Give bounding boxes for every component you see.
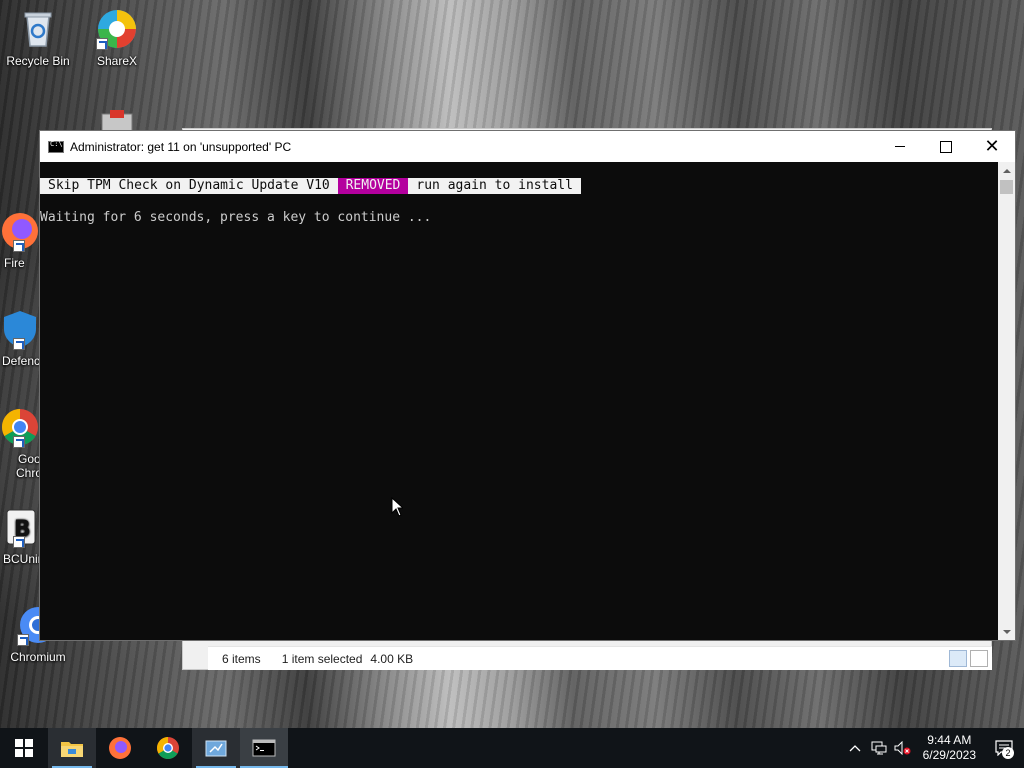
console-wait-line: Waiting for 6 seconds, press a key to co… (40, 210, 432, 225)
chrome-icon (157, 737, 179, 759)
windows-start-icon (15, 739, 33, 757)
scroll-up-arrow-icon[interactable] (998, 162, 1015, 179)
console-window[interactable]: Administrator: get 11 on 'unsupported' P… (39, 130, 1016, 641)
status-size: 4.00 KB (370, 651, 414, 666)
clock-time: 9:44 AM (927, 733, 972, 747)
taskbar-clock[interactable]: 9:44 AM 6/29/2023 (915, 733, 984, 763)
scrollbar-thumb[interactable] (1000, 180, 1013, 194)
defender-icon (0, 308, 41, 350)
console-banner: Skip TPM Check on Dynamic Update V10 REM… (40, 178, 581, 194)
desktop-icon-partial[interactable] (79, 104, 155, 130)
desktop-icon-sharex[interactable]: ShareX (79, 8, 155, 68)
shortcut-arrow-icon (17, 634, 29, 646)
taskbar-file-explorer[interactable] (48, 728, 96, 768)
notification-count-badge: 2 (1002, 747, 1014, 759)
firefox-icon (109, 737, 131, 759)
firefox-icon (0, 210, 41, 252)
scroll-down-arrow-icon[interactable] (998, 623, 1015, 640)
cmd-icon (252, 739, 276, 757)
banner-title: Skip TPM Check on Dynamic Update V10 (40, 178, 338, 194)
shortcut-arrow-icon (13, 338, 25, 350)
bcuninstaller-icon: B (0, 506, 41, 548)
system-tray: 9:44 AM 6/29/2023 2 (843, 728, 1024, 768)
chrome-icon (0, 406, 41, 448)
shortcut-arrow-icon (96, 38, 108, 50)
console-titlebar[interactable]: Administrator: get 11 on 'unsupported' P… (40, 131, 1015, 162)
large-icons-view-icon[interactable] (970, 650, 988, 667)
network-icon[interactable] (867, 728, 891, 768)
taskbar-app-window[interactable] (192, 728, 240, 768)
shortcut-arrow-icon (13, 240, 25, 252)
show-hidden-icons-chevron-icon[interactable] (843, 728, 867, 768)
status-item-count: 6 items (222, 651, 261, 666)
volume-muted-icon[interactable] (891, 728, 915, 768)
clock-date: 6/29/2023 (922, 748, 976, 762)
banner-hint: run again to install (408, 178, 581, 194)
installer-icon (96, 104, 138, 130)
cmd-icon (48, 140, 64, 153)
desktop-icon-recycle-bin[interactable]: Recycle Bin (0, 8, 76, 68)
shortcut-arrow-icon (13, 536, 25, 548)
close-button[interactable]: ✕ (969, 131, 1015, 162)
sharex-icon (96, 8, 138, 50)
taskbar-cmd[interactable] (240, 728, 288, 768)
desktop-icon-label: Recycle Bin (6, 54, 70, 68)
taskbar-chrome[interactable] (144, 728, 192, 768)
folder-icon (61, 742, 83, 757)
recycle-bin-icon (17, 8, 59, 50)
desktop-icon-label: Chromium (10, 650, 66, 664)
details-view-icon[interactable] (949, 650, 967, 667)
mouse-cursor-icon (391, 497, 403, 517)
shortcut-arrow-icon (13, 436, 25, 448)
window-title: Administrator: get 11 on 'unsupported' P… (70, 139, 292, 154)
app-window-icon (205, 740, 227, 757)
console-output[interactable]: Skip TPM Check on Dynamic Update V10 REM… (40, 162, 998, 640)
action-center-button[interactable]: 2 (984, 728, 1024, 768)
status-selection: 1 item selected (281, 651, 363, 666)
start-button[interactable] (0, 728, 48, 768)
banner-status-removed: REMOVED (337, 178, 409, 194)
desktop-icon-label: ShareX (96, 54, 138, 68)
console-scrollbar[interactable] (998, 162, 1015, 640)
explorer-status-bar: 6 items 1 item selected 4.00 KB (208, 646, 992, 670)
minimize-button[interactable] (877, 131, 923, 162)
taskbar: 9:44 AM 6/29/2023 2 (0, 728, 1024, 768)
taskbar-firefox[interactable] (96, 728, 144, 768)
maximize-button[interactable] (923, 131, 969, 162)
